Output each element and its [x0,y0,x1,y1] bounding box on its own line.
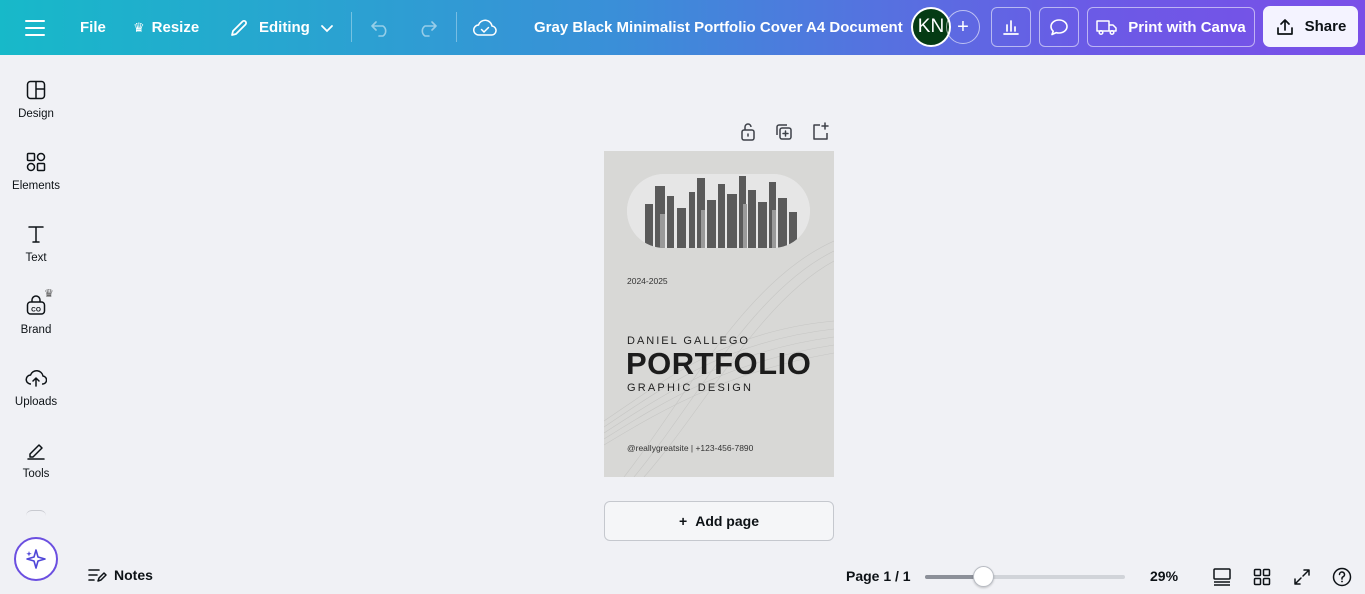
top-toolbar: File ♛ Resize Editing Gray Black Minimal… [0,0,1365,55]
elements-icon [26,152,46,172]
zoom-level[interactable]: 29% [1150,568,1178,584]
sidebar-item-label: Brand [20,324,52,336]
page-view-button[interactable] [1211,566,1233,588]
help-button[interactable] [1331,566,1353,588]
duplicate-icon [776,124,792,140]
sidebar-item-brand[interactable]: CO ♛ Brand [0,288,72,359]
text-icon [28,226,44,243]
print-label: Print with Canva [1128,18,1246,36]
design-page[interactable]: 2024-2025 DANIEL GALLEGO PORTFOLIO GRAPH… [604,151,834,477]
notes-label: Notes [114,567,153,583]
redo-button[interactable] [416,0,438,55]
plus-icon: + [957,15,969,38]
thumbnails-icon [1213,568,1231,586]
file-menu[interactable]: File [80,0,106,55]
contact-info[interactable]: @reallygreatsite | +123-456-7890 [627,443,753,453]
page-count[interactable]: Page 1 / 1 [846,568,911,584]
zoom-slider-handle[interactable] [973,566,994,587]
city-skyline-photo [627,174,810,248]
sidebar-item-label: Uploads [14,396,58,408]
sidebar-item-label: Text [25,252,47,264]
invite-collaborator-button[interactable]: + [946,10,980,44]
redo-icon [421,20,437,37]
sidebar-item-elements[interactable]: Elements [0,151,72,215]
editing-mode-dropdown[interactable]: Editing [229,0,334,55]
fullscreen-button[interactable] [1291,566,1313,588]
sidebar-item-text[interactable]: Text [0,223,72,287]
sidebar-item-design[interactable]: Design [0,79,72,143]
comments-button[interactable] [1039,7,1079,47]
sidebar-item-uploads[interactable]: Uploads [0,367,72,431]
document-title[interactable]: Gray Black Minimalist Portfolio Cover A4… [534,0,903,55]
svg-text:CO: CO [31,307,41,314]
resize-button[interactable]: ♛ Resize [133,0,199,55]
print-with-canva-button[interactable]: Print with Canva [1087,7,1255,47]
grid-icon [1253,568,1271,586]
portfolio-title[interactable]: PORTFOLIO [626,346,811,382]
file-label: File [80,19,106,36]
magic-assistant-button[interactable] [14,537,58,581]
design-icon [26,80,46,100]
sidebar-item-label: Elements [12,180,60,192]
undo-icon [371,20,387,37]
share-icon [1276,18,1293,35]
toolbar-divider [456,12,457,42]
bar-chart-icon [1003,20,1019,35]
more-apps-icon[interactable] [26,510,46,518]
resize-label: Resize [151,19,200,36]
document-title-text: Gray Black Minimalist Portfolio Cover A4… [534,19,903,36]
sidebar-item-label: Design [18,108,54,120]
sparkle-icon [26,549,46,569]
lock-page-button[interactable] [739,122,757,147]
add-page-icon [813,122,829,140]
notes-icon [88,569,107,582]
share-button[interactable]: Share [1263,6,1358,47]
plus-icon: + [679,513,688,529]
tools-icon [27,444,45,460]
cloud-upload-icon [25,369,47,387]
cloud-saved-status[interactable] [473,0,497,55]
duplicate-page-button[interactable] [775,122,793,147]
expand-icon [1294,569,1310,585]
add-page-above-button[interactable] [811,122,829,147]
toolbar-divider [351,12,352,42]
crown-icon: ♛ [44,288,54,300]
avatar[interactable]: KN [911,7,951,47]
notes-button[interactable]: Notes [87,566,153,584]
share-label: Share [1304,18,1347,35]
avatar-initials: KN [917,16,945,37]
editing-label: Editing [259,19,310,36]
crown-icon: ♛ [133,19,145,35]
sidebar-item-tools[interactable]: Tools [0,439,72,503]
zoom-slider-track[interactable] [925,575,1125,579]
help-icon [1332,567,1352,587]
sidebar-item-label: Tools [22,468,50,480]
cloud-check-icon [473,19,497,36]
add-page-label: Add page [695,513,759,529]
comment-icon [1050,19,1068,36]
portfolio-year[interactable]: 2024-2025 [627,276,668,286]
left-sidebar: Design Elements Text CO ♛ Brand Uploads … [0,55,72,594]
delivery-truck-icon [1096,20,1117,36]
undo-button[interactable] [370,0,392,55]
insights-button[interactable] [991,7,1031,47]
portfolio-subtitle[interactable]: GRAPHIC DESIGN [627,382,753,394]
lock-open-icon [741,123,755,141]
grid-view-button[interactable] [1251,566,1273,588]
chevron-down-icon [320,24,333,32]
add-page-button[interactable]: + Add page [604,501,834,541]
pencil-icon [231,19,247,36]
menu-icon[interactable] [24,0,46,55]
